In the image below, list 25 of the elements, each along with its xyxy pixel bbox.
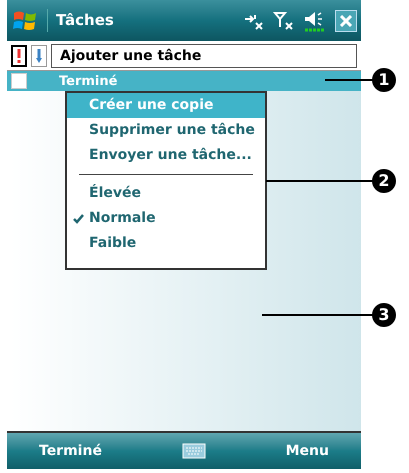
new-task-field[interactable]: Ajouter une tâche	[51, 44, 357, 68]
menu-item[interactable]: Élevée	[67, 181, 265, 206]
signal-icon[interactable]	[273, 10, 295, 30]
callout-number: 1	[372, 68, 396, 92]
task-name: Terminé	[59, 74, 118, 88]
down-arrow-icon	[36, 48, 42, 62]
callout-number: 3	[372, 303, 396, 327]
high-priority-button[interactable]	[11, 44, 27, 66]
exclamation-icon	[17, 48, 21, 62]
menu-softkey[interactable]: Menu	[286, 440, 329, 462]
callout-number: 2	[372, 169, 396, 193]
menu-item[interactable]: Supprimer une tâche	[67, 118, 265, 143]
close-button[interactable]	[335, 10, 357, 32]
menu-item[interactable]: Faible	[67, 231, 265, 256]
done-softkey[interactable]: Terminé	[39, 440, 102, 462]
low-priority-button[interactable]	[31, 44, 47, 66]
leader-line	[325, 79, 373, 81]
menu-item[interactable]: Envoyer une tâche...	[67, 143, 265, 168]
keyboard-icon[interactable]	[182, 443, 206, 459]
task-checkbox[interactable]	[11, 73, 27, 89]
close-icon	[340, 14, 352, 26]
volume-icon[interactable]	[303, 10, 327, 32]
window-title: Tâches	[47, 9, 114, 32]
check-icon	[73, 214, 84, 224]
menu-item[interactable]: Normale	[67, 206, 265, 231]
